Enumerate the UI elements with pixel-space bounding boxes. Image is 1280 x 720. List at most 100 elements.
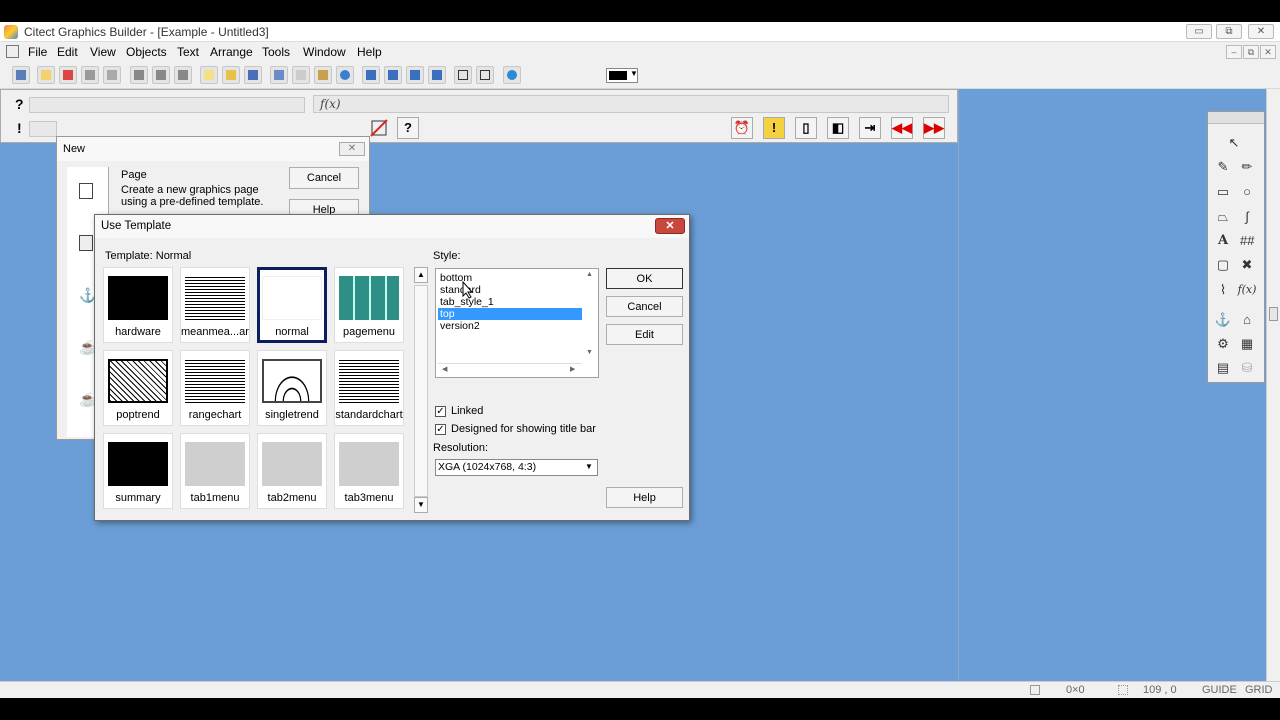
distribute-icon[interactable] [476,66,494,84]
genie-icon[interactable]: ⌂ [1236,309,1258,331]
mdi-restore-button[interactable]: ⧉ [1243,45,1259,59]
template-thumb[interactable]: hardware [103,267,173,343]
pencil-icon[interactable]: ✏ [1236,156,1258,178]
minimize-button[interactable]: ▭ [1186,24,1212,39]
polygon-icon[interactable]: ⏢ [1212,206,1234,228]
template-thumb[interactable]: poptrend [103,350,173,426]
ok-button[interactable]: OK [606,268,683,289]
page-icon[interactable] [81,66,99,84]
no-animation-icon[interactable] [369,118,389,138]
new-icon[interactable] [37,66,55,84]
cancel-button[interactable]: Cancel [606,296,683,317]
template-thumb[interactable]: pagemenu [334,267,404,343]
scroll-thumb[interactable] [1269,307,1278,321]
ungroup-icon[interactable] [384,66,402,84]
pipe-icon[interactable]: ∫ [1236,206,1258,228]
import-icon[interactable]: ⇥ [859,117,881,139]
animation-icon[interactable]: ⚙ [1212,333,1234,355]
open-folder-icon[interactable] [222,66,240,84]
trend-icon[interactable]: ⌇ [1212,279,1234,301]
close-button[interactable]: ✕ [1248,24,1274,39]
linked-checkbox[interactable]: ✓ [435,406,446,417]
group-icon[interactable] [362,66,380,84]
page-properties-icon[interactable] [103,66,121,84]
bring-front-icon[interactable] [406,66,424,84]
copy-page-2-icon[interactable] [152,66,170,84]
use-template-close-button[interactable]: ✕ [655,218,685,234]
list-scroll-up-icon[interactable]: ▲ [586,271,593,278]
template-thumb[interactable]: summary [103,433,173,509]
template-thumb[interactable]: standardchart [334,350,404,426]
cicode-icon[interactable]: f(x) [1236,279,1258,301]
paste-icon[interactable] [314,66,332,84]
template-grid-scrollbar[interactable]: ▲ ▼ [413,267,429,513]
new-file-icon[interactable] [200,66,218,84]
titlebar-checkbox[interactable]: ✓ [435,424,446,435]
tag-input-2[interactable] [29,121,57,137]
template-type-icon[interactable] [79,235,93,251]
copy-page-icon[interactable] [130,66,148,84]
style-item-selected[interactable]: top [438,308,582,320]
button-icon[interactable]: ▢ [1212,254,1234,276]
freehand-icon[interactable]: ✎ [1212,156,1234,178]
template-thumb-selected[interactable]: normal [257,267,327,343]
align-icon[interactable] [454,66,472,84]
tag-input[interactable] [29,97,305,113]
style-item[interactable]: standard [438,284,582,296]
status-guide[interactable]: GUIDE [1202,684,1237,696]
color-picker[interactable]: ▼ [606,68,638,83]
page-type-icon[interactable] [79,183,93,199]
print-icon[interactable] [12,66,30,84]
scroll-up-icon[interactable]: ▲ [414,267,428,283]
text-icon[interactable]: A [1212,230,1234,252]
pointer-icon[interactable]: ↖ [1223,132,1245,154]
chart-icon[interactable]: ▦ [1236,333,1258,355]
help-icon[interactable] [503,66,521,84]
rewind-icon[interactable]: ◀◀ [891,117,913,139]
number-icon[interactable]: ## [1236,230,1258,252]
tools-icon[interactable]: ✖ [1236,254,1258,276]
list-scroll-left-icon[interactable]: ◀ [442,365,447,373]
save-icon[interactable] [244,66,262,84]
copy-icon[interactable] [292,66,310,84]
menu-tools[interactable]: Tools [262,45,290,59]
mdi-minimize-button[interactable]: – [1226,45,1242,59]
style-item[interactable]: bottom [438,272,582,284]
restore-button[interactable]: ⧉ [1216,24,1242,39]
style-listbox[interactable]: bottom standard tab_style_1 top version2… [435,268,599,378]
menu-objects[interactable]: Objects [126,45,167,59]
document-icon[interactable] [6,45,19,58]
menu-file[interactable]: File [28,45,47,59]
alarm-clock-icon[interactable]: ⏰ [731,117,753,139]
rectangle-icon[interactable]: ▭ [1212,181,1234,203]
list-hscrollbar[interactable]: ◀ ▶ [438,363,582,375]
ellipse-icon[interactable]: ○ [1236,181,1258,203]
symbol-icon[interactable]: ⚓ [1212,309,1234,331]
template-thumb[interactable]: meanmea...art [180,267,250,343]
new-cancel-button[interactable]: Cancel [289,167,359,189]
database-icon[interactable]: ⛁ [1236,357,1258,379]
mdi-close-button[interactable]: ✕ [1260,45,1276,59]
list-scroll-down-icon[interactable]: ▼ [586,349,593,356]
expression-input[interactable]: f(x) [313,95,949,113]
fast-forward-icon[interactable]: ▶▶ [923,117,945,139]
new-dialog-close-button[interactable]: ✕ [339,142,365,156]
style-item[interactable]: version2 [438,320,582,332]
edit-button[interactable]: Edit [606,324,683,345]
cut-icon[interactable] [270,66,288,84]
resolution-select[interactable]: XGA (1024x768, 4:3) ▼ [435,459,598,476]
undo-icon[interactable] [336,66,354,84]
help-button[interactable]: Help [606,487,683,508]
menu-arrange[interactable]: Arrange [210,45,253,59]
page-icon-2[interactable]: ▯ [795,117,817,139]
style-item[interactable]: tab_style_1 [438,296,582,308]
library-icon[interactable] [59,66,77,84]
list-scroll-right-icon[interactable]: ▶ [570,365,575,373]
table-icon[interactable]: ▤ [1212,357,1234,379]
warning-icon[interactable]: ! [763,117,785,139]
palette-titlebar[interactable] [1208,112,1264,124]
scroll-thumb[interactable] [414,285,428,497]
status-grid[interactable]: GRID [1245,684,1273,696]
scroll-down-icon[interactable]: ▼ [414,497,428,513]
copy-page-3-icon[interactable] [174,66,192,84]
